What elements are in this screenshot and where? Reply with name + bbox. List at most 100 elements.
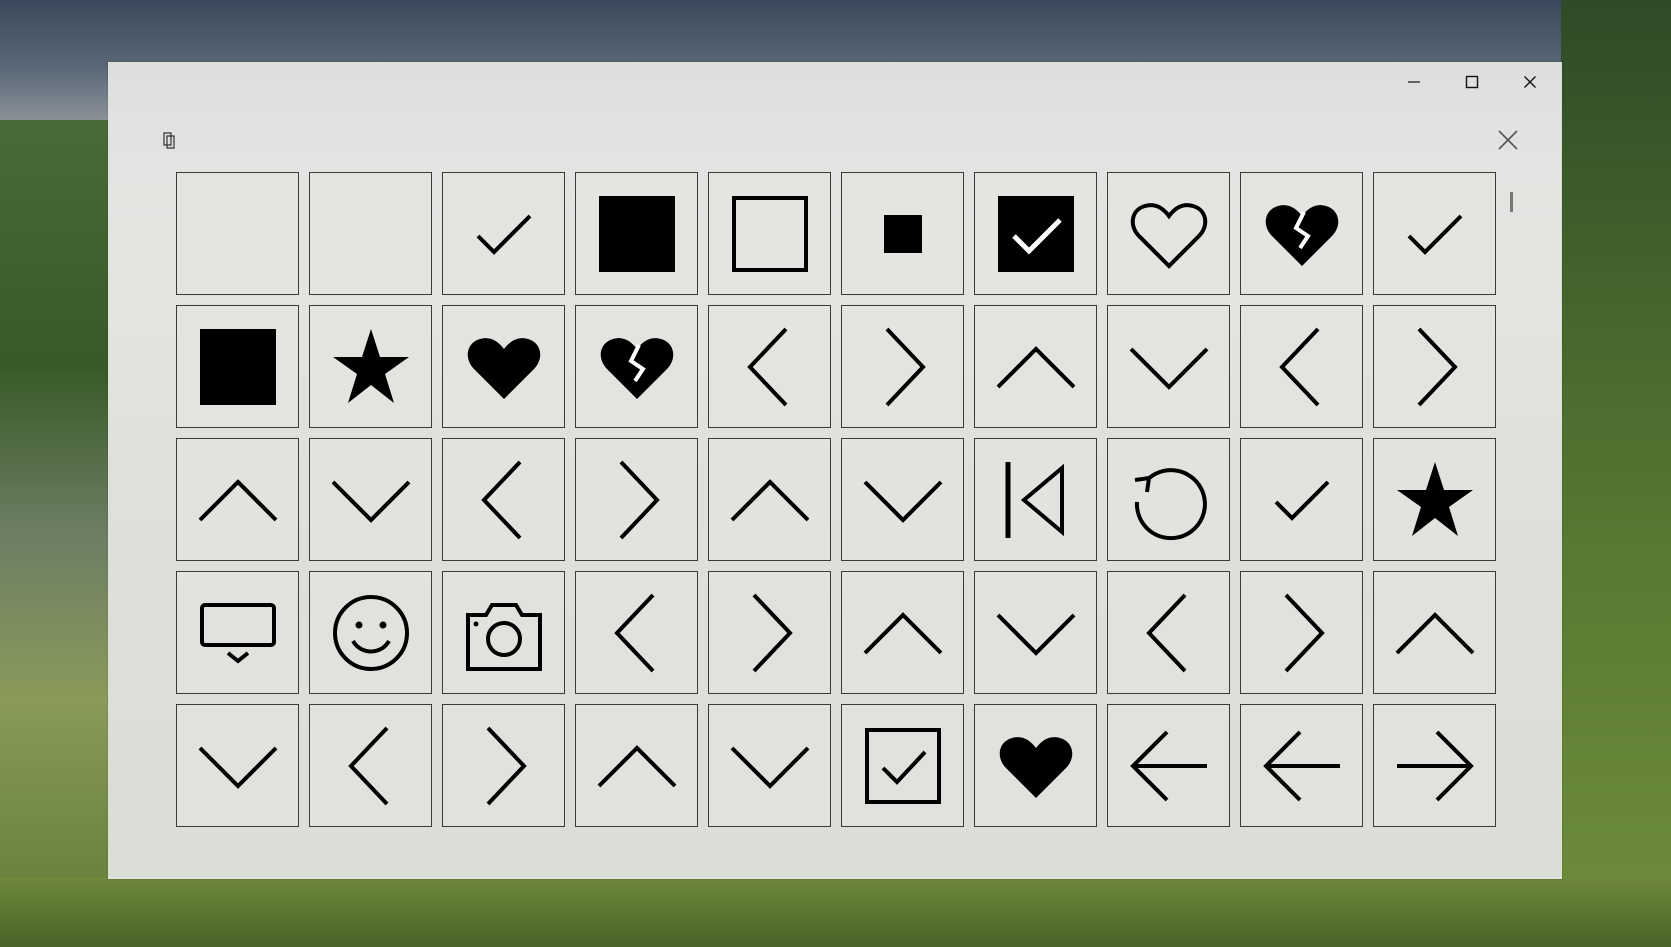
copy-icon[interactable] [160,130,182,152]
glyph-tile[interactable] [442,704,565,827]
wallpaper-grass [0,877,1671,947]
glyph-tile[interactable] [974,571,1097,694]
glyph-tile[interactable] [442,438,565,561]
checkmark-icon [476,214,531,255]
wallpaper-left [0,120,108,947]
glyph-tile[interactable] [1107,438,1230,561]
cast-screen-icon [199,602,276,664]
close-icon [1524,76,1536,88]
star-filled-icon [332,328,409,403]
arrow-right-icon [1396,730,1474,801]
arrow-left-icon [1129,730,1207,801]
glyph-tile[interactable] [841,172,964,295]
glyph-tile[interactable] [1373,305,1496,428]
glyph-tile[interactable] [442,172,565,295]
dismiss-icon[interactable] [1494,126,1522,154]
glyph-tile[interactable] [1240,438,1363,561]
glyph-tile[interactable] [974,704,1097,827]
glyph-tile[interactable] [974,438,1097,561]
blank-glyph [329,192,413,276]
glyph-tile[interactable] [1107,704,1230,827]
glyph-tile[interactable] [1107,172,1230,295]
chevron-right-icon [486,726,527,805]
glyph-tile[interactable] [1240,305,1363,428]
glyph-tile[interactable] [176,172,299,295]
checkbox-checked-filled-icon [997,195,1074,272]
glyph-tile[interactable] [708,305,831,428]
close-window-button[interactable] [1501,62,1559,102]
glyph-tile[interactable] [575,438,698,561]
chevron-right-icon [1417,327,1458,406]
scrollbar-thumb[interactable] [1510,192,1513,212]
glyph-tile[interactable] [708,438,831,561]
glyph-tile[interactable] [176,305,299,428]
glyph-tile[interactable] [176,571,299,694]
glyph-tile[interactable] [575,704,698,827]
checkmark-icon [1407,214,1462,255]
glyph-tile[interactable] [309,438,432,561]
chevron-down-icon [863,480,942,523]
chevron-down-icon [1129,347,1208,390]
glyph-tile[interactable] [1373,571,1496,694]
glyph-tile[interactable] [974,305,1097,428]
chevron-down-icon [996,613,1075,656]
glyph-tile[interactable] [841,571,964,694]
glyph-tile[interactable] [1373,172,1496,295]
chevron-up-icon [863,611,942,654]
glyph-tile[interactable] [309,571,432,694]
chevron-right-icon [1284,593,1325,672]
chevron-down-icon [730,746,809,789]
glyph-tile[interactable] [442,305,565,428]
heart-outline-icon [1130,202,1207,269]
glyph-tile[interactable] [841,704,964,827]
chevron-right-icon [752,593,793,672]
chevron-left-icon [1145,593,1186,672]
glyph-tile[interactable] [1107,571,1230,694]
glyph-tile[interactable] [974,172,1097,295]
chevron-left-icon [1278,327,1319,406]
maximize-button[interactable] [1443,62,1501,102]
glyph-tile[interactable] [1373,704,1496,827]
camera-icon [465,602,542,671]
heart-broken-filled-icon [600,337,673,399]
chevron-up-icon [996,345,1075,388]
glyph-tile[interactable] [309,172,432,295]
chevron-left-icon [613,593,654,672]
glyph-tile[interactable] [1240,172,1363,295]
glyph-tile[interactable] [309,305,432,428]
chevron-down-icon [331,480,410,523]
square-filled-icon [598,195,675,272]
glyph-tile[interactable] [442,571,565,694]
chevron-right-icon [885,327,926,406]
checkbox-checked-outline-icon [864,727,941,804]
arrow-left-icon [1262,730,1340,801]
glyph-tile[interactable] [575,571,698,694]
glyph-tile[interactable] [176,704,299,827]
glyph-tile[interactable] [1240,571,1363,694]
glyph-tile[interactable] [1107,305,1230,428]
glyph-tile[interactable] [708,571,831,694]
glyph-tile[interactable] [176,438,299,561]
skip-back-icon [1005,461,1064,538]
minimize-icon [1408,81,1420,83]
chevron-up-icon [730,478,809,521]
chevron-left-icon [480,460,521,539]
glyph-tile[interactable] [575,172,698,295]
chevron-up-icon [198,478,277,521]
glyph-tile[interactable] [708,172,831,295]
glyph-tile[interactable] [708,704,831,827]
glyph-tile[interactable] [841,438,964,561]
heart-filled-icon [999,736,1072,798]
small-square-filled-icon [883,214,922,253]
chevron-right-icon [619,460,660,539]
refresh-icon [1134,467,1207,540]
minimize-button[interactable] [1385,62,1443,102]
glyph-tile[interactable] [309,704,432,827]
glyph-tile[interactable] [575,305,698,428]
wallpaper-right [1561,0,1671,947]
maximize-icon [1465,75,1479,89]
chevron-up-icon [597,744,676,787]
glyph-tile[interactable] [1240,704,1363,827]
glyph-tile[interactable] [1373,438,1496,561]
glyph-tile[interactable] [841,305,964,428]
